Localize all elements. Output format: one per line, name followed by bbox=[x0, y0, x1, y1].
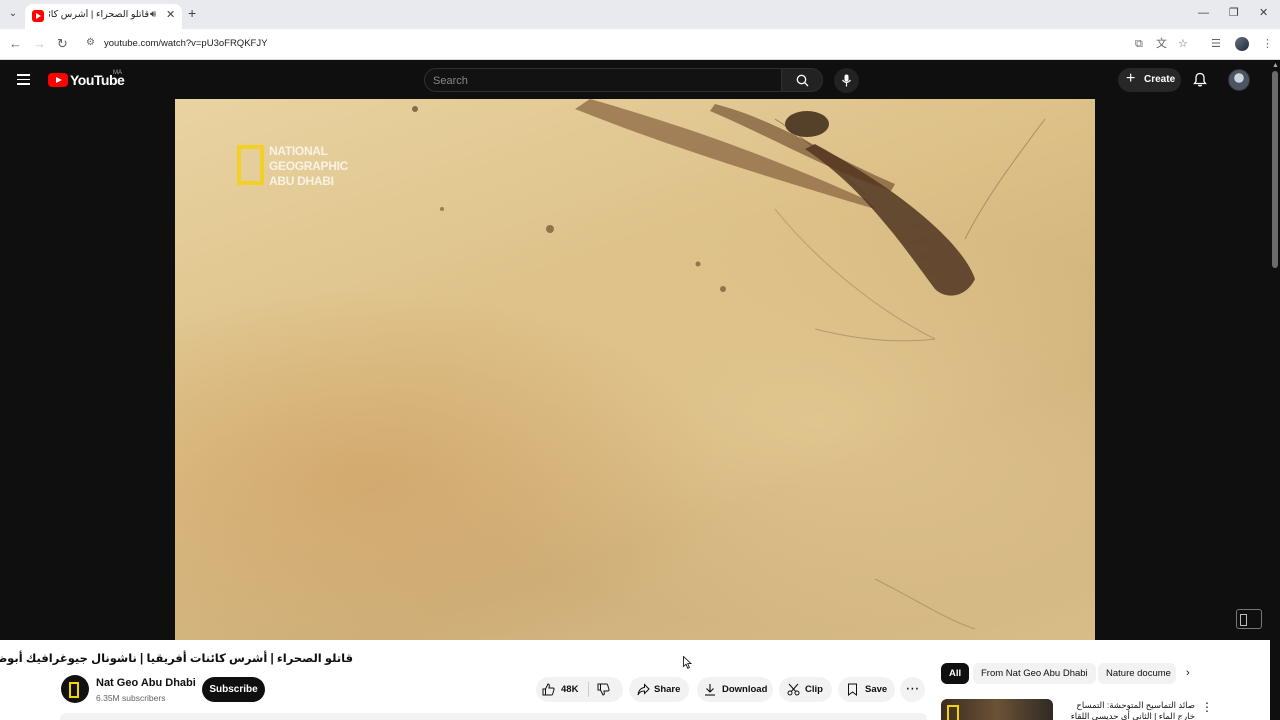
youtube-header: YouTube + Create bbox=[0, 61, 1270, 99]
scissors-icon bbox=[787, 683, 800, 696]
bookmark-star-icon[interactable]: ☆ bbox=[1178, 37, 1188, 51]
tab-strip: ⌄ قاتلو الصحراء | أشرس كائنات أفريقيا 🔊︎… bbox=[0, 0, 1280, 29]
install-icon[interactable]: ⧉ bbox=[1135, 37, 1143, 51]
channel-watermark-icon[interactable] bbox=[1236, 609, 1262, 629]
download-icon bbox=[705, 684, 715, 696]
channel-name[interactable]: Nat Geo Abu Dhabi bbox=[96, 677, 196, 689]
like-icon[interactable] bbox=[542, 683, 555, 696]
profile-icon[interactable] bbox=[1235, 37, 1249, 51]
channel-avatar[interactable] bbox=[61, 675, 89, 703]
notifications-bell-icon[interactable] bbox=[1193, 72, 1207, 87]
tab-close-icon[interactable]: ✕ bbox=[166, 8, 175, 21]
video-title: قاتلو الصحراء | أشرس كائنات أفريقيا | نا… bbox=[0, 653, 353, 665]
like-dislike-group: 48K bbox=[536, 677, 623, 702]
translate-icon[interactable]: 文 bbox=[1156, 37, 1167, 51]
search-button[interactable] bbox=[781, 68, 823, 92]
minimize-icon[interactable]: — bbox=[1198, 7, 1209, 19]
share-button[interactable]: Share bbox=[629, 677, 689, 702]
voice-search-button[interactable] bbox=[834, 68, 859, 93]
create-button[interactable]: + Create bbox=[1118, 68, 1181, 92]
microphone-icon bbox=[842, 74, 851, 87]
chip-nature-documentaries[interactable]: Nature docume bbox=[1098, 663, 1176, 684]
mouse-cursor-icon bbox=[683, 656, 692, 669]
search-icon bbox=[796, 74, 809, 87]
subscriber-count: 6.35M subscribers bbox=[96, 693, 166, 703]
create-label: Create bbox=[1144, 74, 1176, 85]
share-icon bbox=[637, 683, 650, 696]
country-code: MA bbox=[113, 70, 122, 76]
video-player[interactable]: NATIONAL GEOGRAPHIC ABU DHABI bbox=[0, 99, 1270, 640]
chip-from-channel[interactable]: From Nat Geo Abu Dhabi bbox=[973, 663, 1096, 684]
new-tab-button[interactable]: + bbox=[188, 6, 196, 20]
nat-geo-logo-text: NATIONAL GEOGRAPHIC ABU DHABI bbox=[269, 144, 349, 188]
watch-metadata: قاتلو الصحراء | أشرس كائنات أفريقيا | نا… bbox=[0, 640, 1270, 720]
related-video-title[interactable]: صائد التماسيح المتوحشة: التمساح خارج الم… bbox=[1058, 700, 1195, 720]
share-label: Share bbox=[654, 684, 681, 695]
youtube-favicon-icon bbox=[32, 10, 44, 22]
description-box[interactable] bbox=[60, 713, 927, 720]
video-frame[interactable]: NATIONAL GEOGRAPHIC ABU DHABI bbox=[175, 99, 1095, 640]
site-info-icon[interactable]: ⚙ bbox=[86, 37, 98, 49]
search-input[interactable] bbox=[433, 73, 763, 88]
reload-icon[interactable]: ↻ bbox=[57, 36, 68, 52]
dislike-icon[interactable] bbox=[597, 683, 610, 696]
save-button[interactable]: Save bbox=[838, 677, 895, 702]
browser-toolbar: ← → ↻ ⚙ youtube.com/watch?v=pU3oFRQKFJY … bbox=[0, 29, 1280, 60]
address-bar[interactable]: ⚙ youtube.com/watch?v=pU3oFRQKFJY ⧉ 文 ☆ bbox=[80, 32, 1202, 56]
download-label: Download bbox=[722, 684, 768, 695]
reading-list-icon[interactable]: ☰ bbox=[1211, 37, 1221, 51]
scroll-thumb[interactable] bbox=[1272, 71, 1278, 268]
clip-button[interactable]: Clip bbox=[779, 677, 832, 702]
search-box[interactable] bbox=[424, 68, 782, 92]
scroll-up-icon[interactable]: ▲ bbox=[1272, 62, 1279, 70]
tab-title: قاتلو الصحراء | أشرس كائنات أفريقيا bbox=[49, 9, 149, 20]
like-count[interactable]: 48K bbox=[561, 684, 578, 695]
chevron-right-icon[interactable]: › bbox=[1186, 667, 1190, 679]
more-actions-icon[interactable]: ⋯ bbox=[900, 677, 925, 702]
plus-icon: + bbox=[1126, 70, 1136, 87]
window-close-icon[interactable]: ✕ bbox=[1259, 7, 1268, 19]
bookmark-icon bbox=[848, 683, 857, 696]
nat-geo-logo-icon bbox=[237, 145, 264, 185]
chip-all[interactable]: All bbox=[941, 663, 970, 684]
maximize-icon[interactable]: ❐ bbox=[1229, 7, 1239, 19]
related-more-icon[interactable]: ⋮ bbox=[1201, 700, 1213, 714]
save-label: Save bbox=[865, 684, 888, 695]
speaker-icon[interactable]: 🔊︎ bbox=[150, 9, 156, 20]
account-avatar[interactable] bbox=[1228, 69, 1250, 91]
tab-search-icon[interactable]: ⌄ bbox=[6, 7, 20, 21]
clip-label: Clip bbox=[805, 684, 823, 695]
forward-icon[interactable]: → bbox=[33, 36, 46, 52]
hamburger-menu-icon[interactable] bbox=[17, 74, 30, 85]
menu-kebab-icon[interactable]: ⋮ bbox=[1262, 37, 1273, 51]
page-scrollbar[interactable]: ▲ bbox=[1270, 61, 1280, 720]
subscribe-button[interactable]: Subscribe bbox=[202, 677, 265, 702]
url-text[interactable]: youtube.com/watch?v=pU3oFRQKFJY bbox=[104, 38, 267, 49]
back-icon[interactable]: ← bbox=[9, 36, 22, 52]
active-tab[interactable]: قاتلو الصحراء | أشرس كائنات أفريقيا 🔊︎ ✕ bbox=[25, 4, 182, 29]
related-video-thumbnail[interactable] bbox=[941, 699, 1053, 720]
youtube-play-icon bbox=[48, 73, 68, 87]
download-button[interactable]: Download bbox=[697, 677, 773, 702]
like-divider bbox=[588, 682, 589, 697]
